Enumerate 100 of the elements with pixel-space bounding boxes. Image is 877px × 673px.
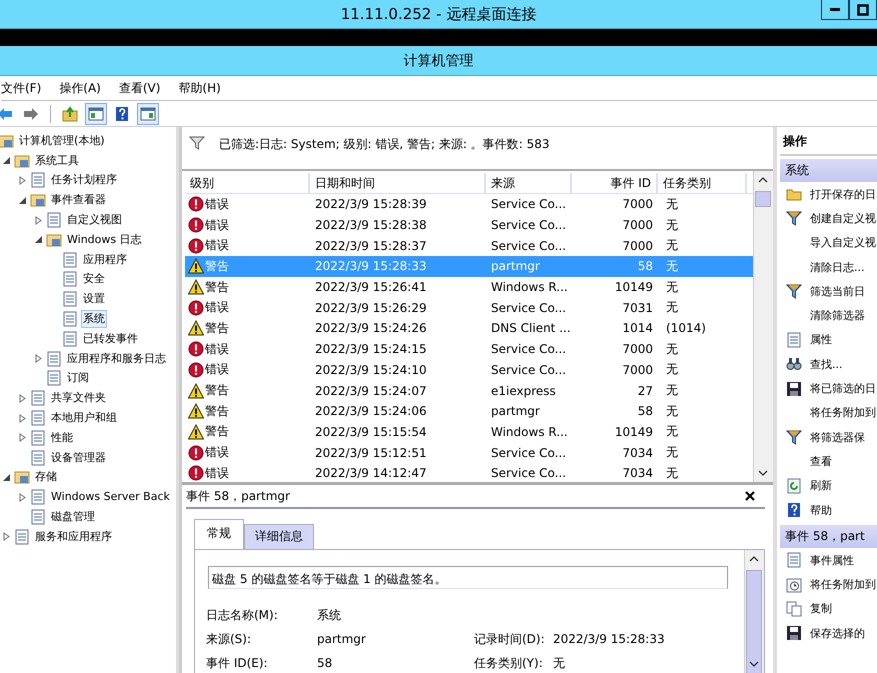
expand-arrow-icon[interactable] <box>34 216 43 225</box>
folder-icon <box>0 132 14 149</box>
expand-arrow-icon[interactable] <box>18 492 27 502</box>
menu-item[interactable]: 查看(V) <box>118 80 160 96</box>
table-row[interactable]: 错误 2022/3/9 15:12:51 Service Co... 7034 无 <box>185 442 753 463</box>
action-link[interactable]: 查找... <box>810 356 842 372</box>
pane-toggle-button[interactable] <box>137 102 159 124</box>
table-row[interactable]: 警告 2022/3/9 15:24:06 partmgr 58 无 <box>185 400 753 422</box>
action-link[interactable]: 刷新 <box>810 478 832 494</box>
scroll-thumb[interactable] <box>755 191 771 207</box>
table-row[interactable]: 错误 2022/3/9 15:24:15 Service Co... 7000 无 <box>185 338 753 360</box>
action-link[interactable]: 将已筛选的日 <box>810 381 876 396</box>
section-header[interactable]: 事件 58，part <box>780 525 877 548</box>
tree-item[interactable]: 服务和应用程序 <box>33 528 114 546</box>
tree-item[interactable]: 本地用户和组 <box>49 409 119 428</box>
action-link[interactable]: 导入自定义视 <box>810 235 876 250</box>
tree-item[interactable]: 应用程序和服务日志 <box>65 350 168 368</box>
tree-item[interactable]: 应用程序 <box>81 250 129 269</box>
table-row[interactable]: 警告 2022/3/9 15:26:41 Windows R... 10149 无 <box>185 276 753 298</box>
back-arrow-icon <box>0 106 13 122</box>
collapse-arrow-icon[interactable] <box>2 156 11 166</box>
error-icon <box>188 196 204 212</box>
table-row[interactable]: 警告 2022/3/9 15:15:54 Windows R... 10149 无 <box>185 422 753 442</box>
action-link[interactable]: 清除日志... <box>810 260 864 275</box>
action-link[interactable]: 帮助 <box>810 502 832 518</box>
tree-item[interactable]: 系统工具 <box>33 152 81 170</box>
tree-item[interactable]: 设备管理器 <box>49 448 108 467</box>
action-link[interactable]: 清除筛选器 <box>810 308 865 324</box>
table-cell: 错误 <box>205 361 229 378</box>
expand-arrow-icon[interactable] <box>18 433 27 442</box>
column-header[interactable]: 来源 <box>486 173 572 193</box>
tree-item[interactable]: 订阅 <box>65 369 91 388</box>
action-link[interactable]: 事件属性 <box>810 552 854 568</box>
table-cell-text: Service Co... <box>490 300 568 315</box>
scroll-down-icon[interactable] <box>749 661 759 667</box>
action-link[interactable]: 将任务附加到 <box>810 577 876 592</box>
column-header[interactable]: 事件 ID <box>572 173 658 193</box>
scrollbar[interactable] <box>753 171 773 482</box>
column-header[interactable]: 日期和时间 <box>310 173 486 193</box>
section-header[interactable]: 系统 <box>780 159 877 182</box>
scrollbar[interactable] <box>744 550 764 673</box>
table-row[interactable]: 错误 2022/3/9 14:12:47 Service Co... 7034 无 <box>185 462 753 482</box>
menu-item[interactable]: 帮助(H) <box>178 80 221 96</box>
scroll-up-icon[interactable] <box>758 177 768 183</box>
collapse-arrow-icon[interactable] <box>34 235 43 244</box>
table-row[interactable]: 错误 2022/3/9 15:28:38 Service Co... 7000 无 <box>185 214 753 236</box>
menu-item[interactable]: 操作(A) <box>59 80 101 96</box>
action-link[interactable]: 查看 <box>810 454 832 469</box>
table-row[interactable]: 错误 2022/3/9 15:26:29 Service Co... 7031 无 <box>185 297 753 318</box>
tree-item[interactable]: Windows 日志 <box>65 230 144 249</box>
expand-arrow-icon[interactable] <box>34 354 43 364</box>
message-box[interactable]: 磁盘 5 的磁盘签名等于磁盘 1 的磁盘签名。 <box>208 566 728 589</box>
menu-item[interactable]: 文件(F) <box>1 80 42 96</box>
tree-item[interactable]: 性能 <box>49 428 75 447</box>
tree-item[interactable]: 自定义视图 <box>65 211 124 230</box>
action-link[interactable]: 保存选择的 <box>810 626 865 641</box>
table-cell-text: Service Co... <box>490 342 568 356</box>
action-link[interactable]: 打开保存的日 <box>810 186 876 202</box>
table-row[interactable]: 警告 2022/3/9 15:24:07 e1iexpress 27 无 <box>185 380 753 401</box>
tree-item[interactable]: 共享文件夹 <box>49 389 108 408</box>
scroll-up-icon[interactable] <box>749 556 759 562</box>
tree-item[interactable]: 事件查看器 <box>49 191 108 210</box>
table-cell-text: 无 <box>665 361 679 378</box>
action-link[interactable]: 将任务附加到 <box>810 405 876 420</box>
field-value: partmgr <box>317 631 367 647</box>
tree-item[interactable]: 存储 <box>33 468 59 486</box>
expand-arrow-icon[interactable] <box>18 394 27 403</box>
column-header[interactable]: 任务类别 <box>658 173 747 193</box>
tree-item[interactable]: Windows Server Back <box>49 488 172 506</box>
table-cell-text: 无 <box>665 278 679 296</box>
table-cell-text: 无 <box>665 216 679 234</box>
action-link[interactable]: 复制 <box>810 601 832 616</box>
tab[interactable]: 详细信息 <box>244 524 314 549</box>
action-link[interactable]: 筛选当前日 <box>810 284 865 299</box>
table-row[interactable]: 警告 2022/3/9 15:24:26 DNS Client ... 1014 (1014) <box>185 318 753 339</box>
tree-item[interactable]: 磁盘管理 <box>49 508 97 526</box>
column-header[interactable]: 级别 <box>185 173 310 193</box>
tree-item[interactable]: 系统 <box>81 310 107 328</box>
action-link[interactable]: 创建自定义视 <box>810 210 876 226</box>
table-row[interactable]: 错误 2022/3/9 15:24:10 Service Co... 7000 无 <box>185 360 753 380</box>
tree-item[interactable]: 任务计划程序 <box>49 171 119 190</box>
action-link[interactable]: 将筛选器保 <box>810 430 865 445</box>
expand-arrow-icon[interactable] <box>2 532 11 542</box>
expand-arrow-icon[interactable] <box>18 176 27 185</box>
maximize-button[interactable] <box>849 0 877 20</box>
tree-item[interactable]: 设置 <box>81 290 107 308</box>
scroll-down-icon[interactable] <box>758 470 768 476</box>
tree-item[interactable]: 安全 <box>81 270 107 288</box>
tab[interactable]: 常规 <box>194 519 244 550</box>
expand-arrow-icon[interactable] <box>18 414 27 423</box>
minimize-button[interactable] <box>821 0 849 20</box>
table-row[interactable]: 错误 2022/3/9 15:28:39 Service Co... 7000 无 <box>185 194 753 215</box>
collapse-arrow-icon[interactable] <box>2 472 11 482</box>
table-row[interactable]: 错误 2022/3/9 15:28:37 Service Co... 7000 无 <box>185 235 753 256</box>
close-button[interactable] <box>745 491 755 501</box>
tree-item[interactable]: 计算机管理(本地) <box>17 132 107 150</box>
tree-item[interactable]: 已转发事件 <box>81 330 140 348</box>
action-link[interactable]: 属性 <box>810 332 832 348</box>
collapse-arrow-icon[interactable] <box>18 196 27 205</box>
pane-toggle-button[interactable] <box>85 102 107 124</box>
